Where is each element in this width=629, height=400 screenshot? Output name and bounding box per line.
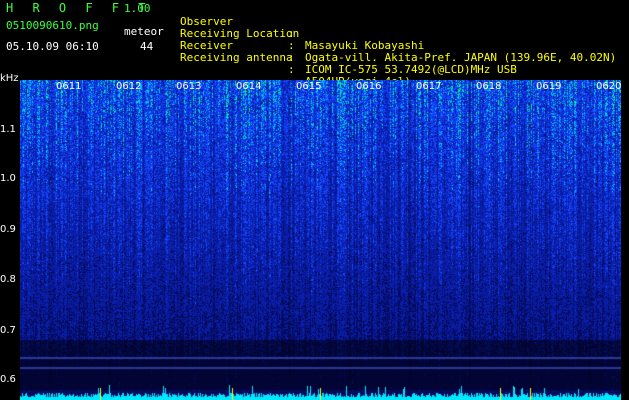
x-tick-label: 0613	[176, 81, 202, 92]
x-tick-label: 0617	[416, 81, 442, 92]
y-tick-label: 1.0	[0, 173, 16, 184]
meteor-count: 44	[140, 40, 154, 53]
spectrogram	[20, 80, 621, 400]
y-tick-label: 1.1	[0, 124, 16, 135]
info-separator: :	[288, 63, 295, 76]
y-tick-label: 0.7	[0, 325, 16, 336]
x-tick-label: 0614	[236, 81, 262, 92]
x-tick-label: 0618	[476, 81, 502, 92]
y-tick-label: 0.6	[0, 374, 16, 385]
x-tick-label: 0612	[116, 81, 142, 92]
x-tick-label: 0616	[356, 81, 382, 92]
x-tick-label: 0620	[596, 81, 622, 92]
capture-datetime: 05.10.09 06:10	[6, 40, 99, 53]
y-tick-label: 0.8	[0, 274, 16, 285]
meteor-label: meteor	[124, 25, 164, 38]
file-name: 0510090610.png	[6, 19, 99, 32]
y-tick-label: 0.9	[0, 224, 16, 235]
app-version: 1.00	[124, 2, 151, 15]
x-tick-label: 0619	[536, 81, 562, 92]
spectrogram-canvas	[20, 80, 621, 400]
info-key: Receiving antenna	[180, 51, 293, 64]
x-tick-label: 0611	[56, 81, 82, 92]
x-tick-label: 0615	[296, 81, 322, 92]
y-axis-unit: kHz	[0, 73, 19, 84]
